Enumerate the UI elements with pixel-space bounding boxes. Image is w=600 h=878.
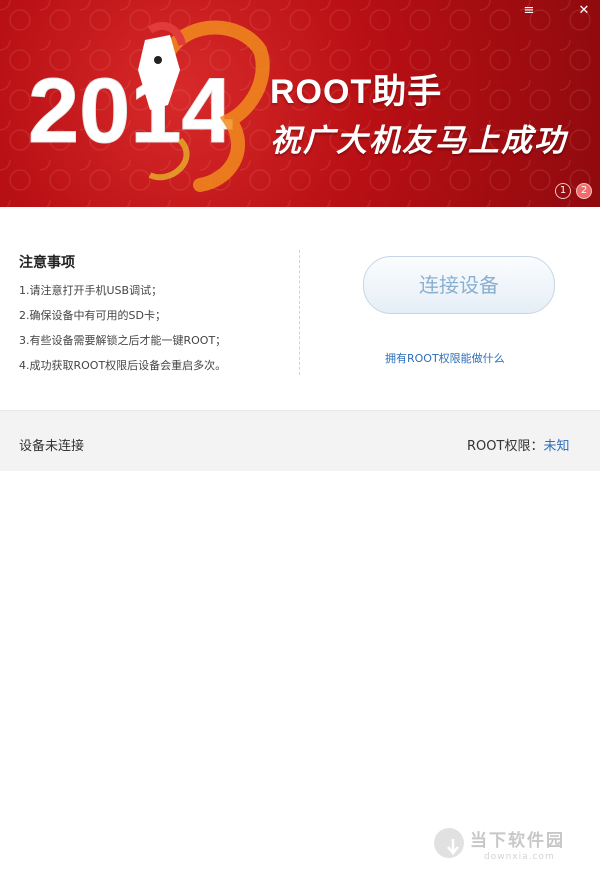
device-status: 设备未连接 — [19, 439, 85, 454]
connect-device-button[interactable]: 连接设备 — [363, 256, 555, 314]
watermark-url: downxia.com — [484, 852, 555, 862]
horse-mascot-icon — [138, 20, 270, 192]
status-bar: 设备未连接 当下软件园 downxia.com ROOT权限：未知 — [0, 410, 600, 862]
watermark: 当下软件园 downxia.com — [430, 822, 600, 878]
note-item: 1.请注意打开手机USB调试； — [19, 284, 163, 297]
root-permission-value[interactable]: 未知 — [543, 439, 569, 454]
root-info-link[interactable]: 拥有ROOT权限能做什么 — [385, 350, 505, 366]
watermark-name: 当下软件园 — [470, 831, 565, 851]
banner-slogan: 祝广大机友马上成功 — [270, 123, 567, 159]
root-permission-label: ROOT权限： — [467, 439, 544, 454]
banner: ≡ ✕ 2014 ROOT助手 祝广大机友马上成功 1 2 — [0, 0, 600, 207]
notes-panel: 注意事项 1.请注意打开手机USB调试； 2.确保设备中有可用的SD卡； 3.有… — [19, 252, 226, 383]
notes-title: 注意事项 — [19, 255, 75, 271]
banner-page-dot-2[interactable]: 2 — [576, 183, 592, 199]
menu-icon[interactable]: ≡ — [518, 2, 540, 20]
close-icon[interactable]: ✕ — [573, 2, 595, 20]
banner-page-dot-1[interactable]: 1 — [555, 183, 571, 199]
download-icon — [434, 828, 464, 858]
banner-title: ROOT助手 — [270, 73, 443, 111]
note-item: 4.成功获取ROOT权限后设备会重启多次。 — [19, 359, 227, 372]
note-item: 2.确保设备中有可用的SD卡； — [19, 309, 166, 322]
vertical-divider — [299, 250, 300, 375]
note-item: 3.有些设备需要解锁之后才能一键ROOT； — [19, 334, 227, 347]
root-permission-status: ROOT权限：未知 — [467, 435, 569, 454]
